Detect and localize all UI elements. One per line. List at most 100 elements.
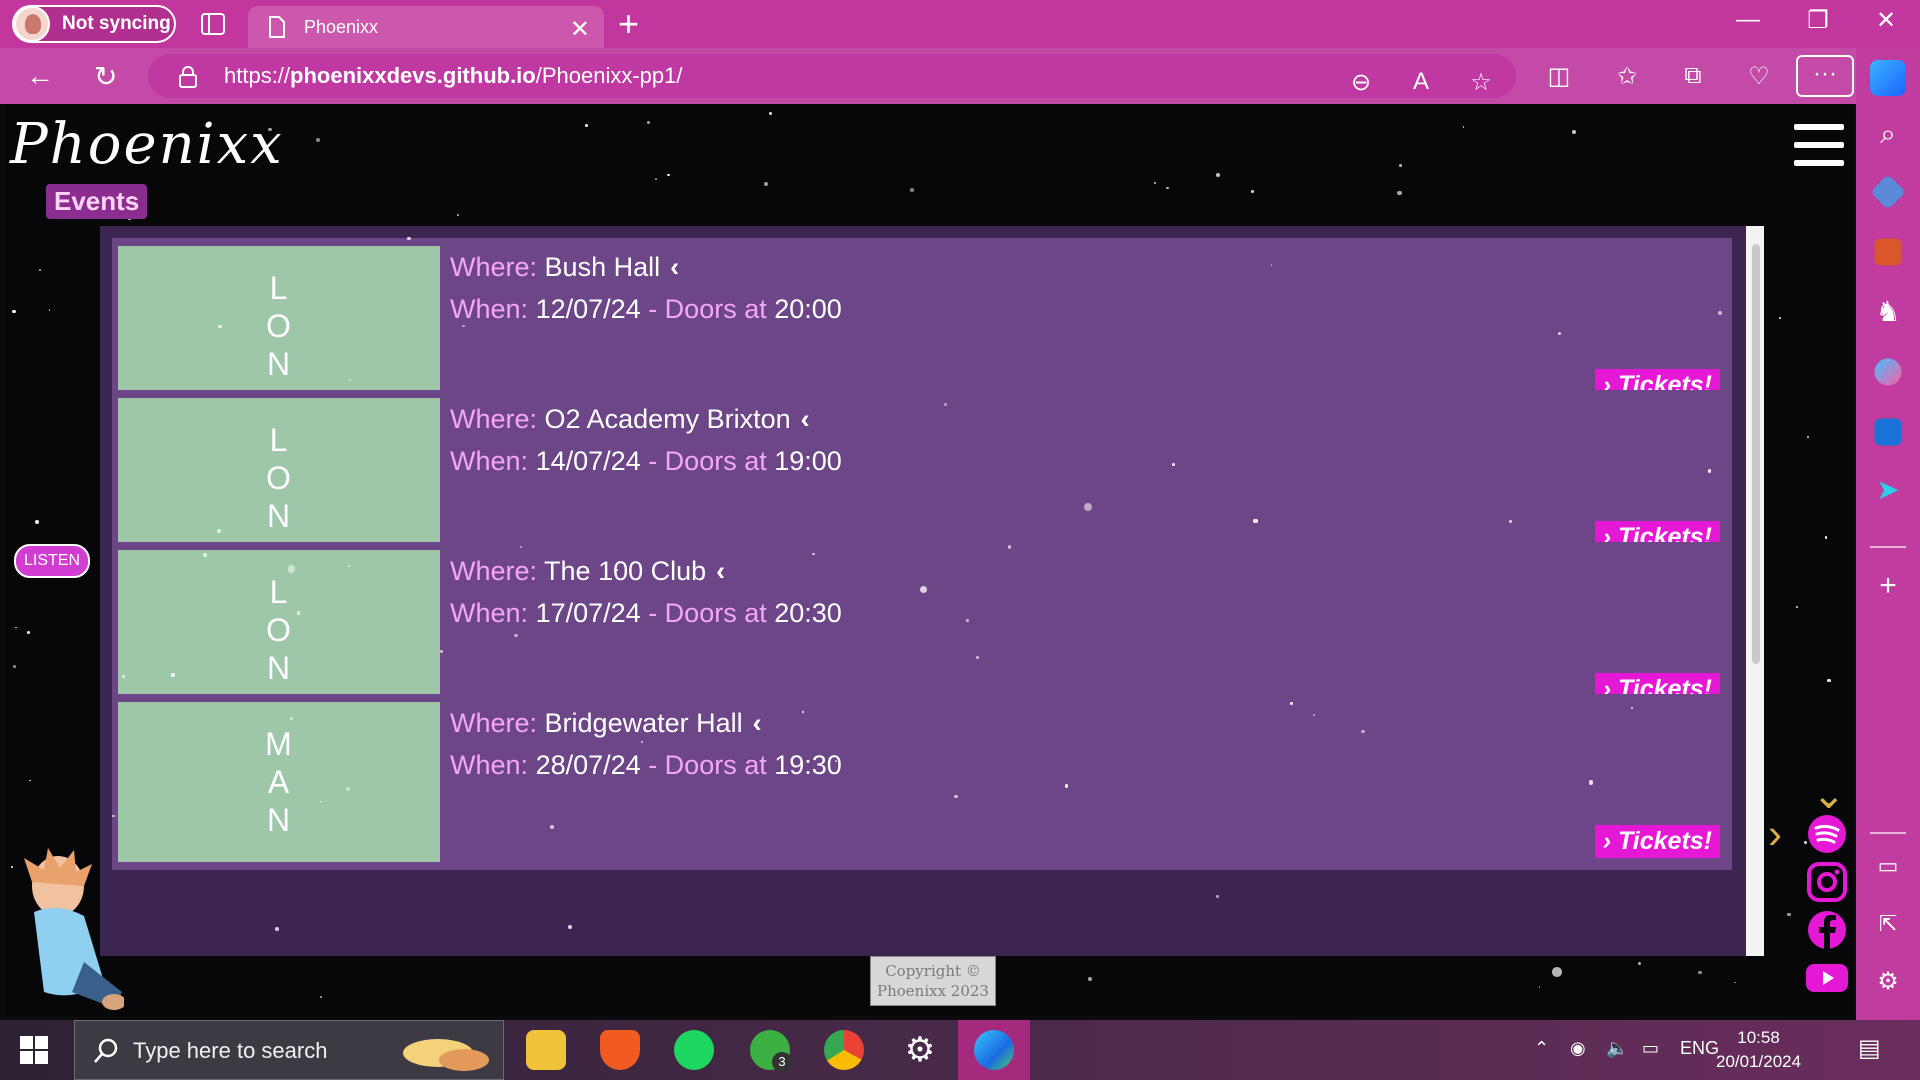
star-particle: [567, 925, 572, 930]
venue-chevron-icon[interactable]: ‹: [801, 404, 810, 434]
file-explorer-icon[interactable]: [526, 1030, 566, 1070]
event-city-letter: L: [269, 270, 289, 306]
character-illustration: [24, 848, 124, 1010]
copilot-icon[interactable]: [1870, 60, 1906, 96]
external-link-icon[interactable]: ⇱: [1870, 906, 1906, 942]
listen-button[interactable]: LISTEN: [14, 544, 90, 578]
venue-chevron-icon[interactable]: ‹: [716, 556, 725, 586]
star-particle: [1397, 190, 1402, 196]
star-particle: [1571, 130, 1576, 134]
notifications-icon[interactable]: ▤: [1858, 1034, 1881, 1063]
star-particle: [1215, 173, 1220, 178]
facebook-icon[interactable]: [1804, 910, 1850, 950]
more-options-button[interactable]: ···: [1796, 55, 1854, 97]
steam-icon[interactable]: ◉: [1570, 1038, 1586, 1059]
star-particle: [1313, 713, 1316, 716]
favorite-star-icon[interactable]: ☆: [1464, 68, 1498, 97]
youtube-icon[interactable]: [1804, 958, 1850, 998]
chrome-icon[interactable]: [824, 1030, 864, 1070]
venue-chevron-icon[interactable]: ‹: [753, 708, 762, 738]
tab-phoenixx[interactable]: Phoenixx ✕: [248, 6, 604, 48]
star-particle: [520, 545, 523, 548]
microsoft365-icon[interactable]: [1874, 358, 1902, 386]
search-icon[interactable]: ⌕: [1870, 116, 1906, 152]
star-particle: [27, 631, 30, 635]
event-venue: Bush Hall: [544, 252, 661, 282]
venue-chevron-icon[interactable]: ‹: [670, 252, 679, 282]
star-particle: [944, 403, 948, 406]
add-sidebar-item-icon[interactable]: +: [1870, 568, 1906, 604]
event-venue: The 100 Club: [544, 556, 707, 586]
show-hidden-icons-icon[interactable]: ⌃: [1534, 1038, 1549, 1059]
star-particle: [966, 619, 969, 622]
star-particle: [296, 611, 301, 615]
hide-sidebar-icon[interactable]: ▭: [1870, 848, 1906, 884]
tickets-button[interactable]: › Tickets!: [1594, 825, 1720, 858]
taskbar-search-input[interactable]: Type here to search: [74, 1020, 504, 1080]
star-particle: [440, 649, 444, 653]
brave-icon[interactable]: [600, 1030, 640, 1070]
star-particle: [275, 927, 279, 931]
games-icon[interactable]: ♞: [1870, 294, 1906, 330]
tab-actions-icon[interactable]: [198, 10, 228, 38]
star-particle: [457, 214, 459, 216]
profile-button[interactable]: Not syncing: [12, 5, 176, 43]
star-particle: [319, 995, 322, 999]
xbox-icon[interactable]: 3: [750, 1030, 792, 1072]
star-particle: [1399, 164, 1402, 168]
event-city-letter: N: [266, 498, 292, 534]
volume-icon[interactable]: 🔈: [1606, 1038, 1628, 1059]
event-when: When: 14/07/24 - Doors at 19:00: [450, 446, 842, 476]
refresh-icon[interactable]: ↻: [94, 60, 117, 93]
outlook-icon[interactable]: [1874, 418, 1902, 446]
search-icon: [94, 1038, 118, 1063]
browser-essentials-icon[interactable]: ♡: [1742, 62, 1776, 91]
restore-icon[interactable]: ❐: [1798, 6, 1838, 35]
events-scrollbar-thumb[interactable]: [1752, 244, 1760, 664]
star-particle: [835, 760, 837, 762]
star-particle: [39, 269, 41, 271]
new-tab-button[interactable]: +: [618, 6, 639, 42]
scroll-down-chevron-icon[interactable]: ⌄: [1812, 772, 1846, 818]
minimize-icon[interactable]: —: [1728, 6, 1768, 34]
tools-icon[interactable]: [1874, 238, 1902, 266]
read-aloud-icon[interactable]: A: [1404, 68, 1438, 96]
hamburger-menu-icon[interactable]: [1794, 124, 1844, 168]
page-icon: [269, 16, 285, 38]
star-particle: [1795, 606, 1798, 608]
instagram-icon[interactable]: [1804, 862, 1850, 902]
event-date: 14/07/24: [535, 446, 641, 476]
drop-icon[interactable]: ➤: [1870, 472, 1906, 508]
split-screen-icon[interactable]: ◫: [1542, 62, 1576, 91]
collections-icon[interactable]: ⧉: [1676, 62, 1710, 90]
zoom-out-icon[interactable]: ⊖: [1344, 68, 1378, 97]
shopping-tag-icon[interactable]: [1870, 174, 1906, 210]
star-particle: [910, 188, 914, 192]
clock[interactable]: 10:58 20/01/2024: [1716, 1026, 1801, 1074]
favorites-icon[interactable]: ✩: [1610, 62, 1644, 91]
close-tab-icon[interactable]: ✕: [570, 15, 590, 44]
settings-gear-icon[interactable]: ⚙: [1870, 964, 1906, 1000]
language-indicator[interactable]: ENG: [1680, 1038, 1719, 1059]
lock-icon[interactable]: [178, 66, 198, 88]
event-card: M A N Where: Bridgewater Hall ‹ When: 28/07/2…: [112, 694, 1732, 870]
edge-taskbar-active[interactable]: [958, 1020, 1030, 1080]
spotify-icon[interactable]: [1804, 814, 1850, 854]
star-particle: [667, 173, 670, 177]
back-icon[interactable]: ←: [26, 60, 54, 92]
close-window-icon[interactable]: ✕: [1866, 6, 1906, 35]
star-particle: [289, 716, 294, 721]
event-where: Where: The 100 Club ‹: [450, 556, 726, 586]
star-particle: [316, 137, 321, 142]
star-particle: [550, 825, 554, 829]
spotify-taskbar-icon[interactable]: [674, 1030, 714, 1070]
expand-socials-chevron-icon[interactable]: ›: [1768, 810, 1782, 858]
star-particle: [1787, 912, 1792, 917]
settings-taskbar-icon[interactable]: ⚙: [900, 1030, 940, 1070]
site-logo[interactable]: Phoenixx: [10, 112, 284, 177]
star-particle: [34, 520, 40, 525]
windows-start-icon[interactable]: [20, 1036, 48, 1064]
event-doors-time: 19:30: [774, 750, 842, 780]
network-icon[interactable]: ▭: [1642, 1038, 1659, 1059]
event-where: Where: Bush Hall ‹: [450, 252, 680, 282]
